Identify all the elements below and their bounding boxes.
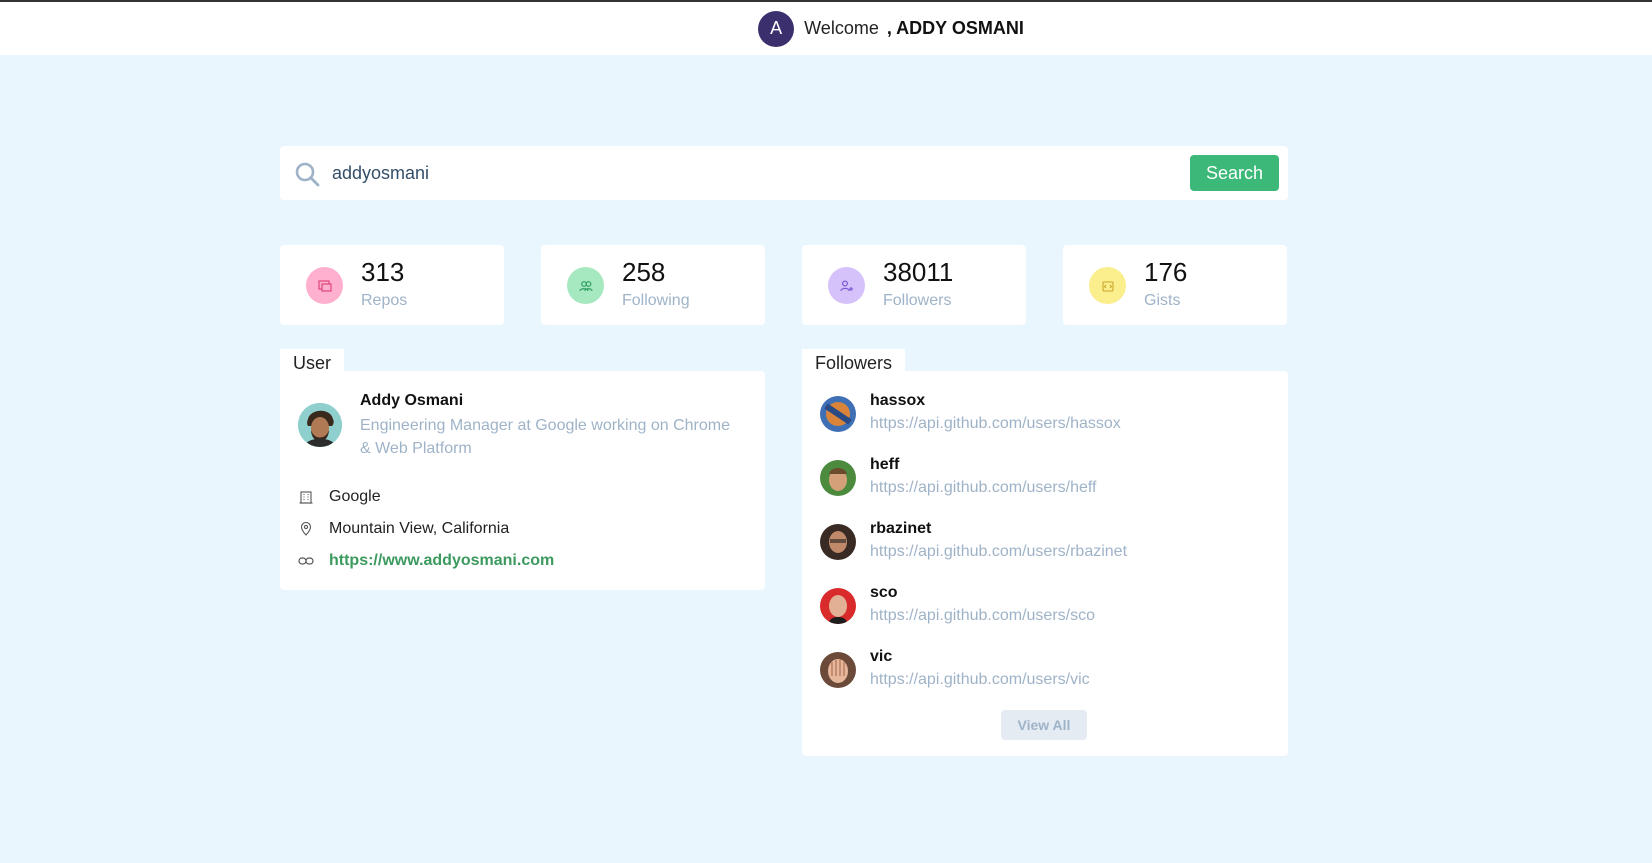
user-profile-avatar xyxy=(298,403,342,447)
follower-url: https://api.github.com/users/hassox xyxy=(870,415,1121,432)
search-form: Search xyxy=(280,146,1288,200)
view-all-button[interactable]: View All xyxy=(1001,710,1087,740)
user-blog-link[interactable]: https://www.addyosmani.com xyxy=(329,552,554,570)
follower-url: https://api.github.com/users/heff xyxy=(870,479,1097,496)
code-icon xyxy=(1089,267,1126,304)
user-location: Mountain View, California xyxy=(329,520,510,537)
gists-label: Gists xyxy=(1144,292,1181,309)
follower-name: heff xyxy=(870,456,900,473)
users-icon xyxy=(567,267,604,304)
follower-avatar xyxy=(820,524,856,560)
follower-name: sco xyxy=(870,584,898,601)
building-icon xyxy=(298,489,314,505)
stat-card-repos: 313 Repos xyxy=(280,245,504,325)
user-bio: Engineering Manager at Google working on… xyxy=(360,417,730,457)
follower-url: https://api.github.com/users/sco xyxy=(870,607,1095,624)
welcome-text: Welcome xyxy=(804,18,879,38)
user-card: Addy Osmani Engineering Manager at Googl… xyxy=(280,371,765,590)
repos-count: 313 xyxy=(361,257,405,287)
link-icon xyxy=(298,553,314,569)
following-label: Following xyxy=(622,292,690,309)
nav-welcome-group: A Welcome , ADDY OSMANI xyxy=(758,10,1024,47)
repos-label: Repos xyxy=(361,292,408,309)
follower-name: rbazinet xyxy=(870,520,932,537)
user-location-row: Mountain View, California xyxy=(298,520,509,538)
user-company: Google xyxy=(329,488,381,505)
search-icon xyxy=(295,162,320,187)
followers-card: hassox https://api.github.com/users/hass… xyxy=(802,371,1288,756)
gists-count: 176 xyxy=(1144,257,1188,287)
search-input[interactable] xyxy=(332,156,1092,190)
user-company-row: Google xyxy=(298,488,381,506)
stat-card-gists: 176 Gists xyxy=(1063,245,1287,325)
follower-name: hassox xyxy=(870,392,926,409)
followers-count: 38011 xyxy=(883,257,954,287)
follower-avatar xyxy=(820,396,856,432)
navbar: A Welcome , ADDY OSMANI xyxy=(0,2,1652,55)
stat-card-followers: 38011 Followers xyxy=(802,245,1026,325)
followers-label: Followers xyxy=(883,292,952,309)
search-button[interactable]: Search xyxy=(1190,155,1279,191)
repo-icon xyxy=(306,267,343,304)
following-count: 258 xyxy=(622,257,666,287)
user-avatar-initial[interactable]: A xyxy=(758,10,795,47)
user-full-name: Addy Osmani xyxy=(360,392,464,409)
follower-url: https://api.github.com/users/rbazinet xyxy=(870,543,1128,560)
follower-name: vic xyxy=(870,648,893,665)
follower-avatar xyxy=(820,588,856,624)
user-plus-icon xyxy=(828,267,865,304)
map-pin-icon xyxy=(298,521,314,537)
follower-url: https://api.github.com/users/vic xyxy=(870,671,1090,688)
user-blog-row: https://www.addyosmani.com xyxy=(298,552,554,570)
follower-avatar xyxy=(820,652,856,688)
stat-card-following: 258 Following xyxy=(541,245,765,325)
follower-avatar xyxy=(820,460,856,496)
welcome-user-name: , ADDY OSMANI xyxy=(886,18,1024,38)
